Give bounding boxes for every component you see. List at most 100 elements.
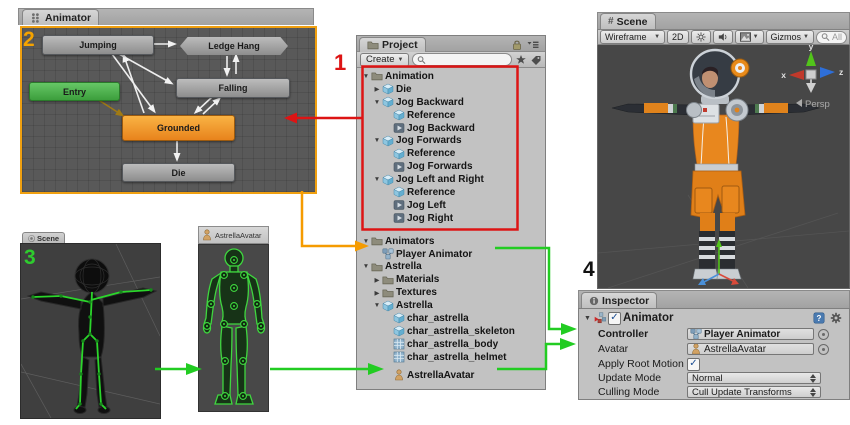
chevron-down-icon: ▼ bbox=[398, 57, 404, 63]
axis-x-label: x bbox=[781, 70, 786, 80]
project-search-input[interactable] bbox=[412, 53, 512, 66]
foldout-open-icon[interactable]: ▼ bbox=[372, 137, 382, 144]
avatar-mapping-view[interactable] bbox=[198, 244, 269, 412]
tab-inspector-label: Inspector bbox=[602, 295, 649, 307]
create-button[interactable]: Create ▼ bbox=[360, 53, 409, 67]
controller-icon bbox=[382, 248, 394, 260]
state-node-grounded[interactable]: Grounded bbox=[122, 115, 235, 141]
avatar-mapping-figure bbox=[199, 245, 268, 411]
foldout-open-icon[interactable]: ▼ bbox=[361, 238, 371, 245]
tree-item-label: char_astrella_helmet bbox=[405, 352, 507, 363]
tab-inspector[interactable]: Inspector bbox=[581, 292, 657, 308]
audio-toggle-button[interactable] bbox=[713, 30, 733, 44]
tree-item-reference[interactable]: Reference bbox=[357, 186, 545, 199]
foldout-closed-icon[interactable]: ▶ bbox=[372, 276, 382, 284]
scene-preview-window: ⦿ Scene bbox=[20, 232, 161, 419]
tree-item-jog-right[interactable]: Jog Right bbox=[357, 212, 545, 225]
model-icon bbox=[382, 300, 394, 312]
axis-z-label: z bbox=[839, 67, 843, 77]
tree-item-textures[interactable]: ▶Textures bbox=[357, 286, 545, 299]
tree-item-astrellaavatar[interactable]: AstrellaAvatar bbox=[357, 369, 545, 382]
tree-item-label: Die bbox=[394, 84, 412, 95]
foldout-open-icon[interactable]: ▼ bbox=[372, 176, 382, 183]
speaker-icon bbox=[718, 32, 728, 42]
controller-object-field[interactable]: Player Animator bbox=[687, 328, 814, 340]
gear-icon[interactable] bbox=[829, 312, 842, 325]
tree-item-materials[interactable]: ▶Materials bbox=[357, 273, 545, 286]
tree-item-animators[interactable]: ▼Animators bbox=[357, 235, 545, 248]
wireframe-viewport[interactable] bbox=[20, 243, 161, 419]
lock-icon[interactable] bbox=[511, 39, 523, 51]
scene-search-input[interactable]: All bbox=[816, 31, 847, 44]
tree-item-player-animator[interactable]: Player Animator bbox=[357, 248, 545, 261]
state-node-entry[interactable]: Entry bbox=[29, 82, 120, 101]
tree-item-reference[interactable]: Reference bbox=[357, 147, 545, 160]
foldout-open-icon[interactable]: ▼ bbox=[584, 315, 591, 322]
component-header[interactable]: ▼ ✓ Animator ? bbox=[579, 311, 849, 325]
state-node-label: Falling bbox=[219, 83, 248, 93]
mesh-icon bbox=[393, 338, 405, 350]
tree-item-animation[interactable]: ▼Animation bbox=[357, 70, 545, 83]
tree-item-char-astrella[interactable]: char_astrella bbox=[357, 312, 545, 325]
inspector-row-culling-mode: Culling Mode Cull Update Transforms bbox=[579, 385, 849, 399]
state-node-label: Entry bbox=[63, 87, 86, 97]
model-icon bbox=[393, 325, 405, 337]
foldout-open-icon[interactable]: ▼ bbox=[372, 302, 382, 309]
foldout-open-icon[interactable]: ▼ bbox=[361, 263, 371, 270]
tree-item-label: Reference bbox=[405, 148, 455, 159]
object-picker-icon[interactable] bbox=[818, 344, 829, 355]
tree-item-jog-forwards[interactable]: ▼Jog Forwards bbox=[357, 134, 545, 147]
model-icon bbox=[382, 174, 394, 186]
tree-item-reference[interactable]: Reference bbox=[357, 109, 545, 122]
tree-item-char-astrella-helmet[interactable]: char_astrella_helmet bbox=[357, 351, 545, 364]
tree-item-label: Reference bbox=[405, 110, 455, 121]
tree-item-jog-backward[interactable]: Jog Backward bbox=[357, 122, 545, 135]
state-node-die[interactable]: Die bbox=[122, 163, 235, 182]
tree-item-jog-left[interactable]: Jog Left bbox=[357, 199, 545, 212]
field-label: Update Mode bbox=[598, 372, 661, 384]
tab-animator[interactable]: Animator bbox=[22, 9, 99, 25]
tree-item-astrella[interactable]: ▼Astrella bbox=[357, 299, 545, 312]
lighting-toggle-button[interactable] bbox=[691, 30, 711, 44]
gizmos-dropdown[interactable]: Gizmos ▼ bbox=[766, 30, 814, 44]
avatar-preview-header[interactable]: AstrellaAvatar bbox=[198, 226, 269, 244]
state-node-falling[interactable]: Falling bbox=[176, 78, 290, 98]
state-machine-graph[interactable]: Jumping Ledge Hang Falling Entry Grounded Die bbox=[20, 26, 317, 194]
animator-window: Animator bbox=[18, 8, 314, 192]
culling-mode-dropdown[interactable]: Cull Update Transforms bbox=[687, 386, 821, 398]
object-picker-icon[interactable] bbox=[818, 329, 829, 340]
tree-item-char-astrella-body[interactable]: char_astrella_body bbox=[357, 338, 545, 351]
unity-tutorial-composite: { "colors":{"accent_orange":"#f0a010","a… bbox=[0, 0, 850, 425]
tree-item-jog-backward[interactable]: ▼Jog Backward bbox=[357, 96, 545, 109]
avatar-object-field[interactable]: AstrellaAvatar bbox=[687, 343, 814, 355]
help-icon[interactable]: ? bbox=[813, 312, 825, 324]
search-by-label-icon[interactable] bbox=[530, 54, 542, 66]
foldout-open-icon[interactable]: ▼ bbox=[361, 73, 371, 80]
component-enabled-checkbox[interactable]: ✓ bbox=[608, 312, 621, 325]
search-by-type-icon[interactable] bbox=[515, 54, 527, 66]
tree-item-astrella[interactable]: ▼Astrella bbox=[357, 260, 545, 273]
tree-item-char-astrella-skeleton[interactable]: char_astrella_skeleton bbox=[357, 325, 545, 338]
foldout-closed-icon[interactable]: ▶ bbox=[372, 85, 382, 93]
state-node-jumping[interactable]: Jumping bbox=[42, 35, 154, 55]
effects-dropdown-button[interactable]: ▼ bbox=[735, 30, 764, 44]
tree-item-die[interactable]: ▶ Die bbox=[357, 83, 545, 96]
foldout-open-icon[interactable]: ▼ bbox=[372, 99, 382, 106]
foldout-closed-icon[interactable]: ▶ bbox=[372, 289, 382, 297]
update-mode-dropdown[interactable]: Normal bbox=[687, 372, 821, 384]
tree-item-jog-forwards[interactable]: Jog Forwards bbox=[357, 160, 545, 173]
field-label: Culling Mode bbox=[598, 386, 659, 398]
animator-component-icon bbox=[593, 312, 606, 325]
shading-mode-dropdown[interactable]: Wireframe ▼ bbox=[600, 30, 665, 44]
scene-viewport[interactable]: x y z Persp bbox=[597, 45, 850, 289]
tab-project-label: Project bbox=[382, 39, 418, 51]
panel-menu-icon[interactable] bbox=[527, 39, 539, 51]
apply-root-motion-checkbox[interactable]: ✓ bbox=[687, 358, 700, 371]
folder-icon bbox=[382, 287, 394, 299]
state-node-ledge-hang[interactable]: Ledge Hang bbox=[180, 37, 288, 55]
2d-toggle-button[interactable]: 2D bbox=[667, 30, 689, 44]
tab-project[interactable]: Project bbox=[359, 37, 426, 52]
create-button-label: Create bbox=[366, 54, 395, 65]
tree-item-jog-left-and-right[interactable]: ▼Jog Left and Right bbox=[357, 173, 545, 186]
tab-scene[interactable]: # Scene bbox=[600, 13, 656, 29]
